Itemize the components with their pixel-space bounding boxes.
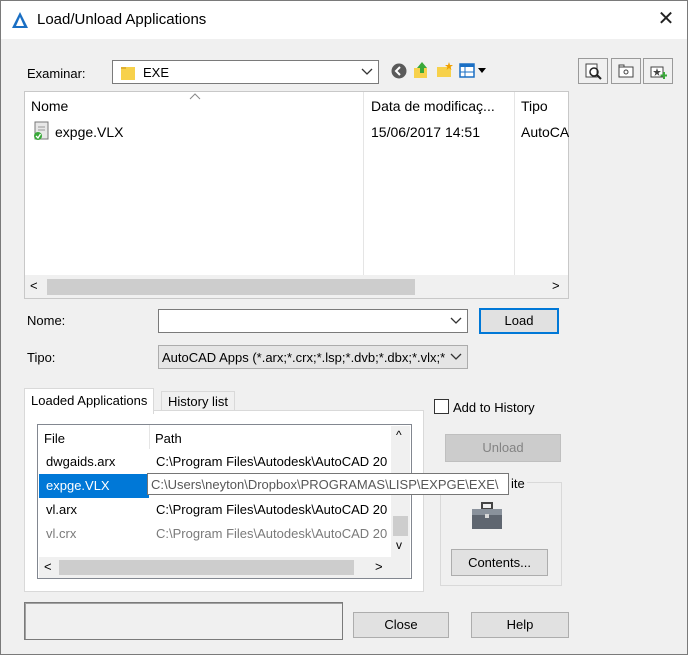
load-button[interactable]: Load: [479, 308, 559, 334]
autocad-app-icon: [12, 12, 28, 28]
contents-button[interactable]: Contents...: [451, 549, 548, 576]
app-path: C:\Program Files\Autodesk\AutoCAD 20: [156, 502, 388, 517]
status-box: [24, 602, 343, 640]
scroll-right-button[interactable]: >: [552, 278, 560, 293]
app-file: dwgaids.arx: [46, 454, 116, 469]
add-to-history-label[interactable]: Add to History: [453, 400, 535, 415]
vlx-file-icon: [34, 121, 49, 140]
scroll-left-button[interactable]: <: [30, 278, 38, 293]
scroll-thumb[interactable]: [59, 560, 354, 575]
group-label: ite: [509, 476, 527, 491]
load-unload-dialog: Load/Unload Applications ✕ Examinar: EXE: [0, 0, 688, 655]
chevron-down-icon: [361, 68, 373, 75]
scroll-thumb[interactable]: [47, 279, 415, 295]
list-item[interactable]: dwgaids.arx C:\Program Files\Autodesk\Au…: [39, 450, 391, 474]
scroll-left-button[interactable]: <: [44, 559, 52, 574]
close-button[interactable]: Close: [353, 612, 449, 638]
folder-value: EXE: [143, 65, 170, 80]
briefcase-icon: [472, 502, 502, 529]
tab-history-list[interactable]: History list: [161, 391, 235, 412]
folder-icon: [121, 67, 135, 80]
title-bar: Load/Unload Applications ✕: [1, 1, 687, 39]
add-to-history-checkbox[interactable]: [434, 399, 449, 414]
column-divider[interactable]: [149, 425, 150, 449]
file-row[interactable]: expge.VLX 15/06/2017 14:51 AutoCAD: [25, 120, 569, 144]
tipo-label: Tipo:: [27, 350, 56, 365]
nome-label: Nome:: [27, 313, 66, 328]
loaded-applications-list[interactable]: File Path dwgaids.arx C:\Program Files\A…: [37, 424, 412, 579]
examinar-label: Examinar:: [27, 66, 86, 81]
window-title: Load/Unload Applications: [37, 11, 207, 28]
file-type: AutoCAD: [521, 124, 569, 140]
file-name-combo[interactable]: [158, 309, 468, 333]
view-menu-icon[interactable]: [459, 62, 489, 80]
scroll-down-button[interactable]: v: [396, 538, 402, 552]
scroll-up-button[interactable]: ^: [396, 428, 402, 442]
scroll-right-button[interactable]: >: [375, 559, 383, 574]
file-list[interactable]: Nome Data de modificaç... Tipo expge.VLX…: [24, 91, 569, 299]
help-button[interactable]: Help: [471, 612, 569, 638]
column-header-date[interactable]: Data de modificaç...: [371, 98, 495, 114]
scroll-thumb[interactable]: [393, 516, 408, 536]
sort-ascending-icon: [189, 93, 201, 100]
app-file: vl.arx: [46, 502, 78, 517]
chevron-down-icon[interactable]: [449, 313, 463, 329]
find-icon: [585, 63, 602, 80]
app-file: expge.VLX: [46, 478, 110, 493]
browse-folder-button[interactable]: [611, 58, 641, 84]
path-tooltip: C:\Users\neyton\Dropbox\PROGRAMAS\LISP\E…: [147, 473, 509, 495]
browse-folder-icon: [618, 64, 634, 78]
app-list-horizontal-scrollbar[interactable]: < >: [39, 557, 410, 578]
app-path: C:\Program Files\Autodesk\AutoCAD 20: [156, 526, 388, 541]
unload-button[interactable]: Unload: [445, 434, 561, 462]
file-modified: 15/06/2017 14:51: [371, 124, 480, 140]
file-name: expge.VLX: [55, 124, 124, 140]
app-file: vl.crx: [46, 526, 77, 541]
add-favorite-button[interactable]: [643, 58, 673, 84]
list-item[interactable]: vl.crx C:\Program Files\Autodesk\AutoCAD…: [39, 522, 391, 546]
add-favorite-icon: [650, 66, 667, 79]
chevron-down-icon: [450, 353, 462, 360]
column-header-type[interactable]: Tipo: [521, 98, 548, 114]
new-folder-icon[interactable]: [436, 61, 454, 79]
tab-loaded-applications[interactable]: Loaded Applications: [24, 388, 155, 414]
startup-suite-group: ite Contents...: [440, 476, 562, 586]
list-item[interactable]: vl.arx C:\Program Files\Autodesk\AutoCAD…: [39, 498, 391, 522]
app-path: C:\Program Files\Autodesk\AutoCAD 20: [156, 454, 388, 469]
up-folder-icon[interactable]: [412, 61, 430, 79]
file-type-dropdown[interactable]: AutoCAD Apps (*.arx;*.crx;*.lsp;*.dvb;*.…: [158, 345, 468, 369]
column-header-path[interactable]: Path: [155, 431, 182, 446]
column-header-name[interactable]: Nome: [31, 98, 68, 114]
find-file-button[interactable]: [578, 58, 608, 84]
close-window-button[interactable]: ✕: [653, 5, 679, 33]
column-header-file[interactable]: File: [44, 431, 65, 446]
file-type-value: AutoCAD Apps (*.arx;*.crx;*.lsp;*.dvb;*.…: [162, 350, 446, 365]
file-list-horizontal-scrollbar[interactable]: < >: [25, 275, 568, 298]
list-item-selected[interactable]: expge.VLX: [39, 474, 149, 498]
back-icon[interactable]: [390, 62, 408, 80]
folder-dropdown[interactable]: EXE: [112, 60, 379, 84]
